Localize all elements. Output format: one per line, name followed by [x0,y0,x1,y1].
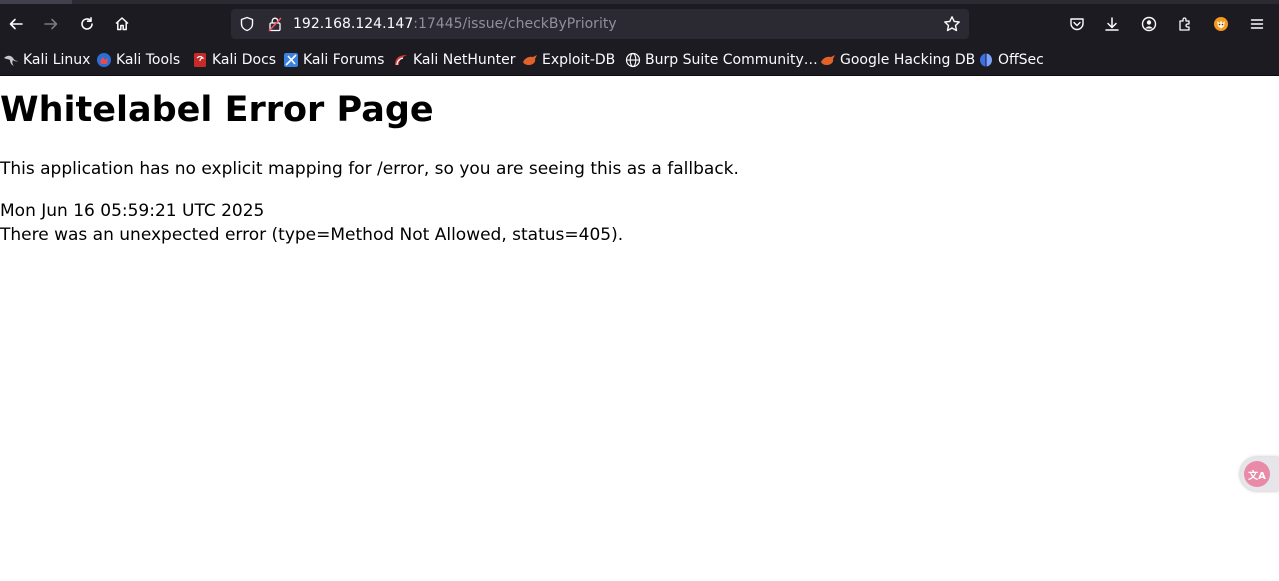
kali-dragon-icon [3,52,19,68]
bookmark-label: OffSec [998,52,1044,68]
page-title: Whitelabel Error Page [0,90,434,130]
forward-arrow-icon [43,16,59,32]
bookmark-kali-docs[interactable]: Kali Docs [192,51,276,69]
pocket-icon [1069,16,1085,32]
hamburger-menu-icon [1249,16,1265,32]
bookmark-google-hacking-db[interactable]: Google Hacking DB [820,51,975,69]
nethunter-icon [393,52,409,68]
account-icon [1141,16,1157,32]
page-content: Whitelabel Error Page This application h… [0,76,1279,581]
downloads-button[interactable] [1098,10,1126,38]
bookmark-label: Kali Forums [303,52,385,68]
bookmark-label: Kali NetHunter [413,52,516,68]
fox-extension-button[interactable] [1207,10,1235,38]
kali-docs-icon [192,52,208,68]
url-text[interactable]: 192.168.124.147:17445/issue/checkByPrior… [293,16,617,32]
download-icon [1104,16,1120,32]
home-icon [114,16,130,32]
bookmark-label: Google Hacking DB [840,52,976,68]
reload-icon [79,16,95,32]
globe-icon [625,52,641,68]
insecure-lock-icon[interactable] [267,16,283,36]
ghdb-icon [820,52,836,68]
bookmark-kali-tools[interactable]: Kali Tools [96,51,180,69]
exploit-db-icon [522,52,538,68]
star-icon[interactable] [943,15,961,37]
url-host: 192.168.124.147 [293,16,414,32]
reload-button[interactable] [73,10,101,38]
bookmark-kali-forums[interactable]: Kali Forums [283,51,384,69]
back-button[interactable] [2,10,30,38]
home-button[interactable] [108,10,136,38]
translate-widget[interactable]: 文A [1240,457,1279,491]
shield-icon[interactable] [239,16,255,36]
bookmark-label: Burp Suite Community… [645,52,818,68]
bookmark-label: Kali Linux [23,52,91,68]
bookmark-offsec[interactable]: OffSec [978,51,1044,69]
menu-button[interactable] [1243,10,1271,38]
bookmark-kali-nethunter[interactable]: Kali NetHunter [393,51,515,69]
extensions-icon [1177,16,1193,32]
bookmark-exploit-db[interactable]: Exploit-DB [522,51,615,69]
error-detail: There was an unexpected error (type=Meth… [0,225,624,245]
kali-forums-icon [283,52,299,68]
url-bar[interactable]: 192.168.124.147:17445/issue/checkByPrior… [231,9,969,39]
error-timestamp: Mon Jun 16 05:59:21 UTC 2025 [0,201,265,221]
url-path: :17445/issue/checkByPriority [413,16,617,32]
navigation-toolbar: 192.168.124.147:17445/issue/checkByPrior… [0,4,1279,44]
extensions-button[interactable] [1171,10,1199,38]
account-button[interactable] [1135,10,1163,38]
bookmarks-toolbar: Kali Linux Kali Tools Kali Docs Kali For… [0,44,1279,76]
bookmark-label: Kali Docs [212,52,277,68]
back-arrow-icon [8,16,24,32]
pocket-button[interactable] [1063,10,1091,38]
forward-button[interactable] [37,10,65,38]
bookmark-burp-suite[interactable]: Burp Suite Community… [625,51,818,69]
fox-extension-icon [1213,16,1229,32]
kali-tools-icon [96,52,112,68]
offsec-icon [978,52,994,68]
bookmark-kali-linux[interactable]: Kali Linux [3,51,90,69]
error-explanation: This application has no explicit mapping… [0,159,739,179]
browser-chrome: 192.168.124.147:17445/issue/checkByPrior… [0,0,1279,76]
translate-icon: 文A [1244,461,1270,487]
bookmark-label: Kali Tools [116,52,181,68]
bookmark-label: Exploit-DB [542,52,616,68]
